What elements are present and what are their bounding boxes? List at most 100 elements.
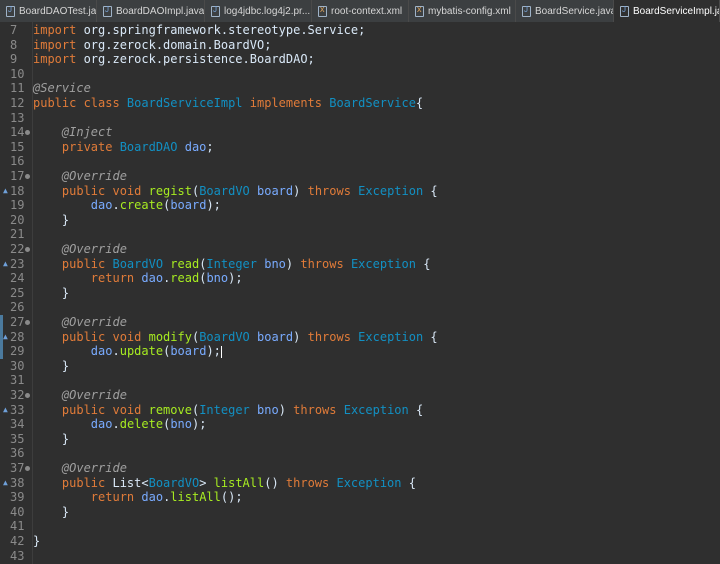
code-line[interactable]: 25 } <box>0 286 720 301</box>
tab-5[interactable]: BoardService.java <box>516 0 614 22</box>
code-line[interactable]: 8 import org.zerock.domain.BoardVO; <box>0 38 720 53</box>
tab-0[interactable]: BoardDAOTest.java <box>0 0 97 22</box>
code-line[interactable]: 21 <box>0 227 720 242</box>
token-kw: throws <box>293 402 344 417</box>
code-line[interactable]: ▲ 28 public void modify(BoardVO board) th… <box>0 329 720 345</box>
token-type: Exception <box>336 475 402 490</box>
code-line[interactable]: 43 <box>0 549 720 564</box>
fold-toggle-icon[interactable] <box>25 130 30 136</box>
java-file-icon <box>522 5 531 17</box>
line-number: 21 <box>10 227 25 242</box>
code-line[interactable]: ▲ 38 public List<BoardVO> listAll() throw… <box>0 476 720 491</box>
code-line[interactable]: 13 <box>0 111 720 126</box>
code-text: import org.zerock.persistence.BoardDAO; <box>33 52 315 67</box>
fold-toggle-icon[interactable] <box>25 393 30 398</box>
code-text: dao.delete(bno); <box>33 417 207 432</box>
tab-6[interactable]: BoardServiceImpl.ja... <box>614 0 720 22</box>
token-meth: regist <box>148 183 192 198</box>
token-kw: public <box>61 475 113 490</box>
code-text: private BoardDAO dao; <box>33 140 214 155</box>
code-editor[interactable]: 7 import org.springframework.stereotype.S… <box>0 22 720 564</box>
code-line[interactable]: 37 @Override <box>0 461 720 476</box>
code-line[interactable]: 16 <box>0 154 720 169</box>
token-plain: { <box>401 475 416 490</box>
code-line[interactable]: 24 return dao.read(bno); <box>0 271 720 286</box>
token-kw: private <box>61 139 120 154</box>
line-number: 23 <box>10 256 25 271</box>
code-line[interactable]: ▲ 23 public BoardVO read(Integer bno) thr… <box>0 257 720 272</box>
xml-file-icon <box>415 4 424 17</box>
token-type: BoardVO <box>112 256 164 271</box>
token-plain: ; <box>206 139 214 154</box>
code-line[interactable]: 34 dao.delete(bno); <box>0 417 720 432</box>
fold-toggle-icon[interactable] <box>25 247 30 252</box>
token-kw: return <box>90 271 142 286</box>
tab-1[interactable]: BoardDAOImpl.java <box>97 0 205 22</box>
java-file-icon <box>103 5 112 17</box>
code-line[interactable]: 41 <box>0 519 720 534</box>
token-plain: { <box>408 402 424 417</box>
code-line[interactable]: 42} <box>0 534 720 549</box>
token-kw: throws <box>300 256 351 271</box>
tab-3[interactable]: root-context.xml <box>312 0 409 22</box>
token-ann: @Override <box>61 388 127 402</box>
line-number: 16 <box>10 154 25 169</box>
code-text: public void modify(BoardVO board) throws… <box>33 330 438 345</box>
code-line[interactable]: 39 return dao.listAll(); <box>0 490 720 505</box>
code-line[interactable]: 36 <box>0 446 720 461</box>
token-ann: @Service <box>33 81 91 96</box>
code-text: import org.zerock.domain.BoardVO; <box>33 38 271 53</box>
code-line[interactable]: 30 } <box>0 359 720 374</box>
token-type: Exception <box>358 329 424 344</box>
code-line[interactable]: 14 @Inject <box>0 125 720 140</box>
code-line[interactable]: 20 } <box>0 213 720 228</box>
code-line[interactable]: 12 public class BoardServiceImpl implemen… <box>0 96 720 111</box>
token-meth: read <box>170 271 200 286</box>
token-plain: { <box>415 96 424 110</box>
text-cursor <box>220 345 222 358</box>
code-text: @Override <box>33 169 127 184</box>
code-line[interactable]: 17 @Override <box>0 169 720 184</box>
tab-label: BoardService.java <box>535 5 614 17</box>
change-marker <box>0 315 3 330</box>
code-line[interactable]: 31 <box>0 373 720 388</box>
code-line[interactable]: 7 import org.springframework.stereotype.S… <box>0 23 720 38</box>
fold-toggle-icon[interactable] <box>25 174 30 179</box>
code-line[interactable]: 10 <box>0 67 720 82</box>
code-line[interactable]: 35 } <box>0 432 720 447</box>
code-line[interactable]: 15 private BoardDAO dao; <box>0 140 720 155</box>
code-text: public void regist(BoardVO board) throws… <box>33 184 438 199</box>
code-line[interactable]: 29 dao.update(board); <box>0 344 720 359</box>
line-number: 9 <box>10 52 18 67</box>
code-line[interactable]: 32 @Override <box>0 388 720 403</box>
token-var: bno <box>249 402 279 417</box>
code-line[interactable]: ▲ 18 public void regist(BoardVO board) th… <box>0 184 720 199</box>
token-plain: { <box>415 256 431 271</box>
code-line[interactable]: 19 dao.create(board); <box>0 198 720 213</box>
code-line[interactable]: 26 <box>0 300 720 315</box>
code-line[interactable]: 9 import org.zerock.persistence.BoardDAO; <box>0 52 720 67</box>
tab-2[interactable]: log4jdbc.log4j2.pr... <box>205 0 312 22</box>
fold-toggle-icon[interactable] <box>25 466 30 471</box>
code-line[interactable]: 40 } <box>0 505 720 520</box>
code-line[interactable]: ▲ 33 public void remove(Integer bno) thro… <box>0 403 720 418</box>
code-line[interactable]: 22 @Override <box>0 242 720 257</box>
code-text: import org.springframework.stereotype.Se… <box>33 23 365 38</box>
tab-4[interactable]: mybatis-config.xml <box>409 0 516 22</box>
code-line[interactable]: 27 @Override <box>0 315 720 330</box>
line-number: 42 <box>10 534 25 548</box>
override-marker-icon: ▲ <box>3 258 8 268</box>
code-line[interactable]: 11 @Service <box>0 81 720 96</box>
line-number: 11 <box>10 81 25 96</box>
token-kw: throws <box>307 329 359 344</box>
line-number: 30 <box>10 358 25 373</box>
token-meth: read <box>163 256 200 271</box>
fold-toggle-icon[interactable] <box>25 320 30 325</box>
